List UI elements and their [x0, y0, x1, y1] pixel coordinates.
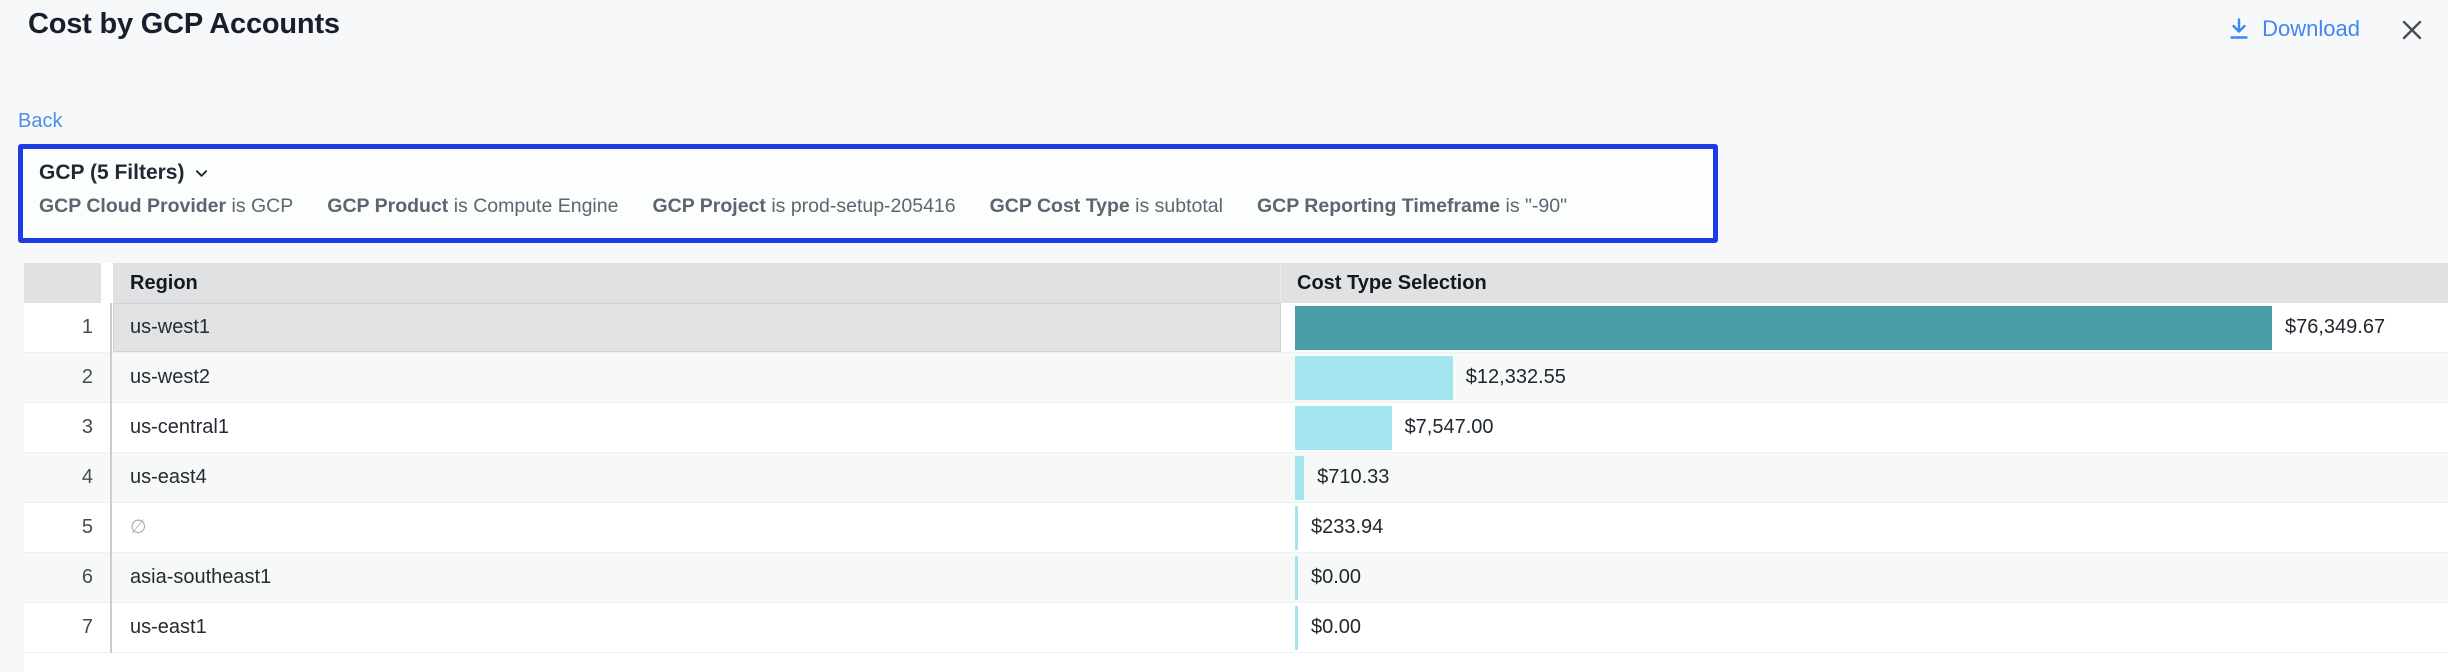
row-number-cell: 1: [24, 303, 93, 352]
cost-value-label: $0.00: [1311, 616, 1361, 639]
row-number-divider: [110, 303, 112, 653]
filter-name: GCP Project: [652, 195, 765, 217]
filter-name: GCP Cost Type: [990, 195, 1130, 217]
row-number-cell: 5: [24, 503, 93, 552]
region-cell[interactable]: us-west2: [113, 353, 1281, 402]
table-row: 4 us-east4 $710.33: [24, 453, 2448, 503]
cost-bar: [1295, 306, 2272, 350]
row-number-cell: 7: [24, 603, 93, 652]
cost-bar: [1295, 556, 1298, 600]
close-button[interactable]: [2398, 16, 2426, 44]
cost-table: Region Cost Type Selection 1 us-west1 $76,…: [24, 263, 2448, 653]
table-row: 7 us-east1 $0.00: [24, 603, 2448, 653]
cost-bar: [1295, 456, 1304, 500]
filter-item[interactable]: GCP Reporting Timeframe is "-90": [1257, 195, 1567, 218]
cost-value-label: $7,547.00: [1405, 416, 1494, 439]
download-button[interactable]: Download: [2226, 16, 2360, 42]
cost-cell[interactable]: $233.94: [1281, 503, 2448, 552]
region-cell[interactable]: us-east4: [113, 453, 1281, 502]
cost-bar: [1295, 406, 1392, 450]
row-number-cell: 6: [24, 553, 93, 602]
row-number-cell: 4: [24, 453, 93, 502]
row-number-cell: 3: [24, 403, 93, 452]
download-icon: [2226, 16, 2252, 42]
cost-value-label: $0.00: [1311, 566, 1361, 589]
table-left-margin: [0, 263, 24, 672]
cost-value-label: $233.94: [1311, 516, 1383, 539]
table-body: 1us-west1$76,349.672us-west2$12,332.553u…: [24, 303, 2448, 653]
row-number-cell: 2: [24, 353, 93, 402]
cost-cell[interactable]: $0.00: [1281, 603, 2448, 652]
download-label: Download: [2262, 16, 2360, 42]
chevron-down-icon: [193, 165, 210, 182]
cost-bar: [1295, 356, 1453, 400]
filter-name: GCP Cloud Provider: [39, 195, 226, 217]
filter-item[interactable]: GCP Cost Type is subtotal: [990, 195, 1223, 218]
region-cell[interactable]: asia-southeast1: [113, 553, 1281, 602]
region-cell[interactable]: us-west1: [113, 303, 1281, 352]
page-title: Cost by GCP Accounts: [28, 8, 340, 41]
table-row: 6 asia-southeast1 $0.00: [24, 553, 2448, 603]
filter-name: GCP Reporting Timeframe: [1257, 195, 1500, 217]
filter-item[interactable]: GCP Cloud Provider is GCP: [39, 195, 293, 218]
cost-cell[interactable]: $76,349.67: [1281, 303, 2448, 352]
cost-value-label: $12,332.55: [1466, 366, 1566, 389]
table-row: 1 us-west1 $76,349.67: [24, 303, 2448, 353]
region-cell[interactable]: us-central1: [113, 403, 1281, 452]
cost-bar: [1295, 606, 1298, 650]
filter-summary-label: GCP (5 Filters): [39, 161, 184, 185]
cost-value-label: $710.33: [1317, 466, 1389, 489]
region-cell[interactable]: ∅: [113, 503, 1281, 552]
back-link[interactable]: Back: [18, 110, 62, 133]
table-row: 5 ∅ $233.94: [24, 503, 2448, 553]
table-row: 3 us-central1 $7,547.00: [24, 403, 2448, 453]
cost-cell[interactable]: $7,547.00: [1281, 403, 2448, 452]
cost-bar: [1295, 506, 1298, 550]
row-number-column-header: [24, 263, 101, 303]
column-header-region[interactable]: Region: [113, 263, 1281, 303]
cost-value-label: $76,349.67: [2285, 316, 2385, 339]
region-cell[interactable]: us-east1: [113, 603, 1281, 652]
cost-cell[interactable]: $12,332.55: [1281, 353, 2448, 402]
filter-summary-toggle[interactable]: GCP (5 Filters): [39, 161, 210, 185]
filter-item[interactable]: GCP Product is Compute Engine: [327, 195, 618, 218]
table-row: 2 us-west2 $12,332.55: [24, 353, 2448, 403]
column-header-cost-type-selection[interactable]: Cost Type Selection: [1281, 263, 2448, 303]
filter-list: GCP Cloud Provider is GCP GCP Product is …: [39, 195, 1697, 218]
close-icon: [2398, 16, 2426, 44]
cost-cell[interactable]: $710.33: [1281, 453, 2448, 502]
filter-panel-highlight: GCP (5 Filters) GCP Cloud Provider is GC…: [18, 144, 1718, 243]
filter-item[interactable]: GCP Project is prod-setup-205416: [652, 195, 955, 218]
filter-name: GCP Product: [327, 195, 448, 217]
cost-cell[interactable]: $0.00: [1281, 553, 2448, 602]
